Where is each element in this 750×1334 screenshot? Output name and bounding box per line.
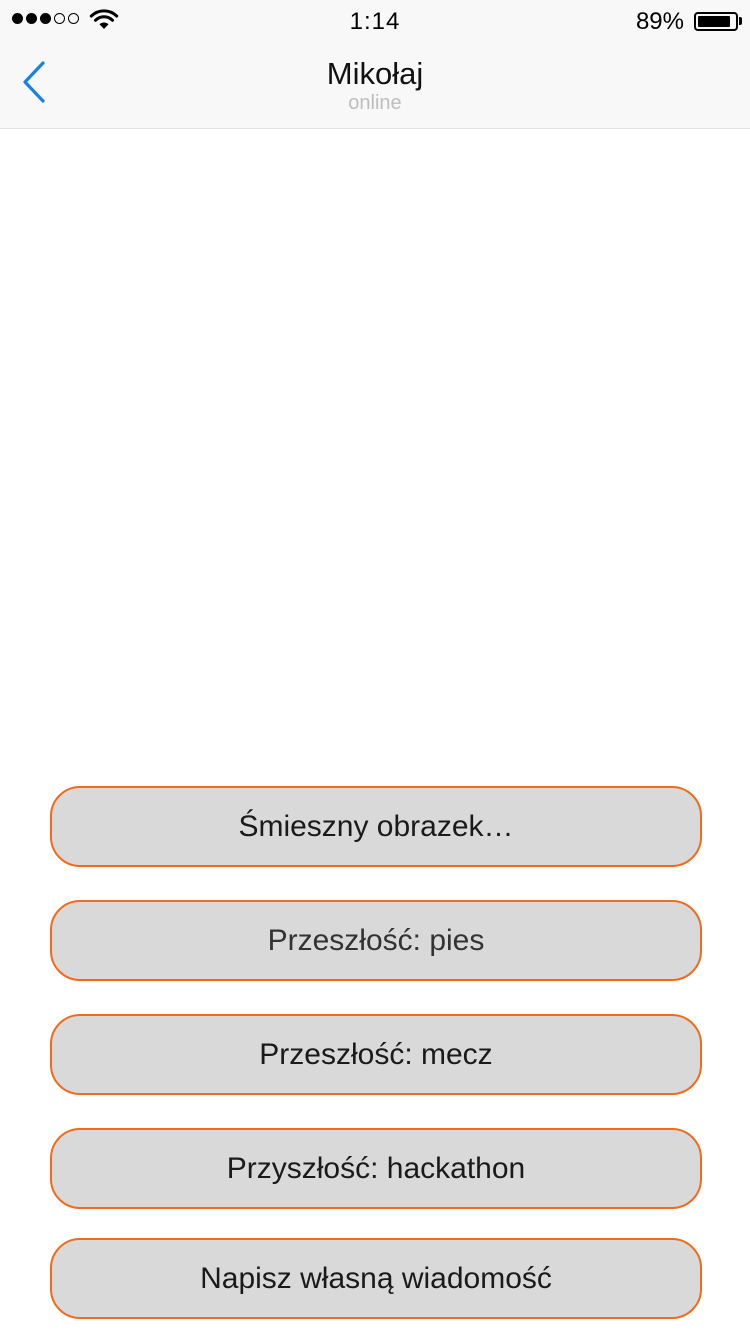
battery-tip [739,17,742,25]
battery-percent: 89% [635,8,684,35]
chat-status: online [348,92,402,114]
option-past-match-button[interactable]: Przeszłość: mecz [50,1014,702,1095]
option-funny-image-button[interactable]: Śmieszny obrazek… [50,786,702,867]
write-own-message-button[interactable]: Napisz własną wiadomość [50,1238,702,1319]
option-future-hackathon-button[interactable]: Przyszłość: hackathon [50,1128,702,1209]
nav-bar: Mikołaj online [0,40,750,129]
option-past-dog-button[interactable]: Przeszłość: pies [50,900,702,981]
status-bar: 1:14 89% [0,0,750,40]
battery-icon [694,12,738,31]
chat-title: Mikołaj [326,56,424,91]
battery-level-fill [698,16,731,27]
